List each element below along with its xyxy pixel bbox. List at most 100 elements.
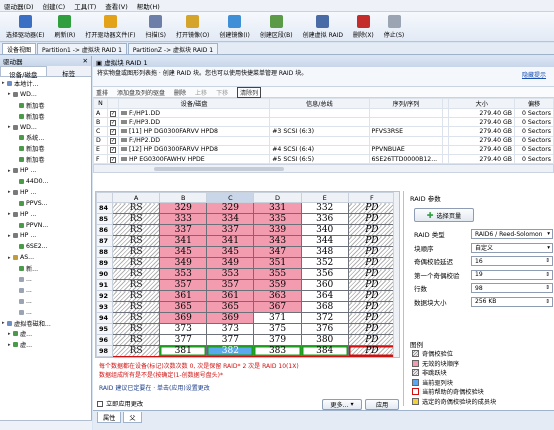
tab-devices[interactable]: 设备/磁盘 — [0, 66, 47, 79]
param-value[interactable]: 自定义 ▾ — [471, 242, 553, 253]
toolbar-button[interactable]: 删除(X) — [351, 13, 376, 41]
grid-cell[interactable]: PD — [347, 224, 397, 236]
toolbar-button[interactable]: 选择驱动器(E) — [4, 13, 46, 41]
grid-cell[interactable]: PD — [347, 246, 397, 258]
grid-cell[interactable]: 357 — [206, 279, 255, 291]
tree-item[interactable]: ▸ 虚拟卷磁和... — [0, 318, 91, 329]
table-row[interactable]: C ✓ [11] HP DG0300FARVV HPD8 #3 SCSI (6:3) P… — [93, 126, 554, 137]
grid-cell[interactable]: 345 — [159, 246, 208, 258]
chevron-down-icon[interactable]: ▾ — [547, 245, 550, 251]
check-icon[interactable]: ✓ — [109, 119, 116, 126]
tree-toggle-icon[interactable]: ▸ — [8, 211, 12, 217]
tree-item[interactable]: ▸ WD... — [0, 89, 91, 100]
chevron-down-icon[interactable]: ⇕ — [545, 272, 550, 278]
grid-cell[interactable]: RS — [111, 301, 161, 313]
grid-cell[interactable]: 371 — [253, 312, 302, 324]
action-0[interactable]: 重排 — [96, 88, 108, 97]
tree-item[interactable]: PPVS... — [0, 198, 91, 209]
tree-toggle-icon[interactable]: ▸ — [8, 91, 12, 97]
tree-item[interactable]: ▸ HP ... — [0, 209, 91, 220]
toolbar-button[interactable]: 扫描(S) — [143, 13, 168, 41]
grid-cell[interactable]: 340 — [300, 224, 349, 236]
grid-cell[interactable]: PD — [347, 279, 397, 291]
check-icon[interactable]: ✓ — [109, 110, 116, 117]
grid-cell[interactable]: 341 — [159, 235, 208, 247]
grid-cell[interactable]: 372 — [300, 312, 349, 324]
grid-column-header[interactable]: C — [206, 192, 255, 203]
grid-cell[interactable]: 331 — [253, 202, 302, 214]
bottom-tab[interactable]: 属性 — [97, 412, 122, 423]
grid-cell[interactable]: 353 — [159, 268, 208, 280]
param-value[interactable]: 256 KB ⇕ — [471, 296, 553, 307]
table-row[interactable]: E ✓ [12] HP DG0300FARVV HPD8 #4 SCSI (6:4) P… — [93, 144, 554, 155]
toolbar-button[interactable]: 打开镜像(O) — [174, 13, 211, 41]
grid-cell[interactable]: RS — [111, 334, 161, 346]
tree-item[interactable]: PPVN... — [0, 220, 91, 231]
grid-cell[interactable]: 344 — [300, 235, 349, 247]
tree-item[interactable]: 6SE2... — [0, 241, 91, 252]
grid-cell[interactable]: 334 — [206, 213, 255, 225]
grid-cell[interactable]: 380 — [300, 334, 349, 346]
tree-item[interactable]: ... — [0, 296, 91, 307]
grid-cell[interactable]: PD — [347, 268, 397, 280]
grid-cell[interactable]: PD — [347, 202, 397, 214]
grid-cell[interactable]: PD — [347, 312, 397, 324]
row-checkbox[interactable]: ✓ — [106, 107, 119, 119]
grid-cell[interactable]: RS — [111, 235, 161, 247]
grid-cell[interactable]: 352 — [300, 257, 349, 269]
bottom-tab[interactable]: 父 — [123, 412, 142, 423]
grid-cell[interactable]: 369 — [206, 312, 255, 324]
auto-apply-checkbox[interactable]: 立即应用更改 — [97, 399, 143, 408]
tree-item[interactable]: ... — [0, 285, 91, 296]
grid-cell[interactable]: PD — [347, 334, 397, 346]
tree-toggle-icon[interactable]: ▸ — [2, 80, 6, 86]
grid-cell[interactable]: 364 — [300, 290, 349, 302]
column-header[interactable]: 设备/磁盘 — [117, 98, 271, 109]
grid-cell[interactable]: 373 — [206, 323, 255, 335]
chevron-down-icon[interactable]: ⇕ — [545, 299, 550, 305]
grid-cell[interactable]: RS — [111, 279, 161, 291]
grid-cell[interactable]: PD — [347, 213, 397, 225]
hide-hint-link[interactable]: 隐藏提示 — [522, 70, 546, 79]
grid-cell[interactable]: 377 — [159, 334, 208, 346]
grid-cell[interactable]: 332 — [300, 202, 349, 214]
grid-column-header[interactable]: E — [300, 192, 349, 203]
grid-cell[interactable]: PD — [347, 257, 397, 269]
tree-item[interactable]: 新加卷 — [0, 154, 91, 165]
grid-cell[interactable]: 383 — [253, 345, 302, 357]
grid-cell[interactable]: 360 — [300, 279, 349, 291]
tree-item[interactable]: ▸ 虚... — [0, 328, 91, 339]
tree-item[interactable]: ▸ 本地计... — [0, 78, 91, 89]
tree-toggle-icon[interactable]: ▸ — [8, 233, 12, 239]
grid-cell[interactable]: 355 — [253, 268, 302, 280]
column-header[interactable]: 序列/序列 — [368, 98, 444, 109]
grid-cell[interactable]: 333 — [159, 213, 208, 225]
tree-toggle-icon[interactable]: ▸ — [8, 255, 12, 261]
grid-cell[interactable]: 343 — [253, 235, 302, 247]
row-checkbox[interactable]: ✓ — [106, 153, 119, 165]
close-icon[interactable]: ✕ — [83, 57, 88, 65]
tree-item[interactable]: 新... — [0, 263, 91, 274]
grid-cell[interactable]: PD — [347, 290, 397, 302]
grid-cell[interactable]: RS — [111, 312, 161, 324]
action-4[interactable]: 下移 — [216, 88, 228, 97]
column-header[interactable] — [106, 98, 119, 109]
grid-cell[interactable]: 345 — [206, 246, 255, 258]
tab-labels[interactable]: 标签 — [47, 66, 92, 78]
param-value[interactable]: 16 ⇕ — [471, 256, 553, 266]
check-icon[interactable]: ✓ — [109, 147, 116, 154]
menu-item[interactable]: 查看(V) — [105, 1, 128, 11]
table-row[interactable]: B ✓ F:/HP3.DD 279.40 GB 0 Sectors — [93, 117, 554, 128]
tree-item[interactable]: ... — [0, 307, 91, 318]
row-checkbox[interactable]: ✓ — [106, 135, 119, 146]
grid-cell[interactable]: 381 — [159, 345, 208, 357]
grid-cell[interactable]: 329 — [206, 202, 255, 214]
tree-toggle-icon[interactable]: ▸ — [2, 320, 6, 326]
grid-cell[interactable]: 361 — [159, 290, 208, 302]
chevron-down-icon[interactable]: ⇕ — [545, 285, 550, 291]
grid-cell[interactable]: 341 — [206, 235, 255, 247]
grid-cell[interactable]: 369 — [159, 312, 208, 324]
tree-toggle-icon[interactable]: ▸ — [8, 331, 12, 337]
tree-item[interactable]: 新加卷 — [0, 100, 91, 111]
action-5[interactable]: 清除列 — [237, 86, 262, 98]
